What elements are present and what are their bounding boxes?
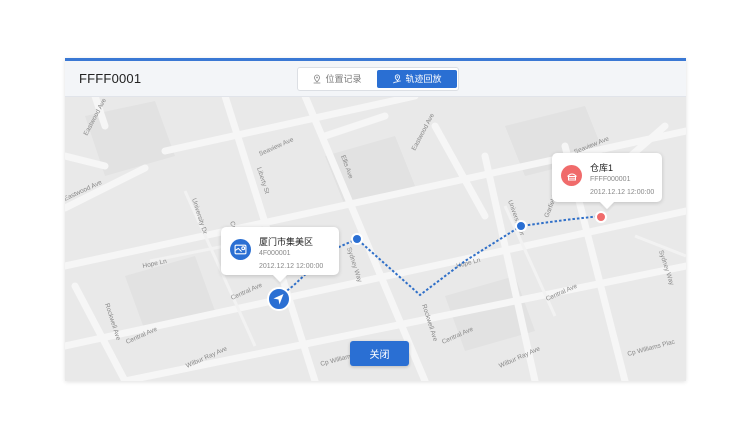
- end-location-name: 仓库1: [590, 163, 614, 173]
- map-location-icon: [230, 239, 251, 260]
- route-waypoint[interactable]: [515, 220, 527, 232]
- end-location-card[interactable]: 仓库1 FFFF000001 2012.12.12 12:00:00: [552, 153, 662, 202]
- modal-header: FFFF0001 位置记录 轨迹回放: [65, 61, 686, 97]
- close-button[interactable]: 关闭: [350, 341, 409, 366]
- tab-track-playback[interactable]: 轨迹回放: [377, 70, 457, 88]
- start-location-time: 2012.12.12 12:00:00: [259, 263, 324, 270]
- location-record-icon: [314, 74, 321, 84]
- tab-track-playback-label: 轨迹回放: [405, 74, 442, 84]
- route-waypoint[interactable]: [351, 233, 363, 245]
- warehouse-icon: [561, 165, 582, 186]
- end-location-time: 2012.12.12 12:00:00: [590, 189, 655, 196]
- start-location-name: 厦门市集美区: [259, 237, 314, 247]
- tab-location-record[interactable]: 位置记录: [300, 70, 374, 88]
- track-modal: FFFF0001 位置记录 轨迹回放 Eastwood Ave Seaview …: [65, 58, 686, 381]
- start-navigation-marker[interactable]: [267, 287, 291, 311]
- device-title: FFFF0001: [79, 71, 142, 86]
- view-tabs: 位置记录 轨迹回放: [297, 67, 459, 91]
- tab-location-record-label: 位置记录: [325, 74, 362, 84]
- end-location-code: FFFF000001: [590, 176, 631, 183]
- start-location-card[interactable]: 厦门市集美区 4F000001 2012.12.12 12:00:00: [221, 227, 339, 275]
- start-location-code: 4F000001: [259, 250, 291, 257]
- track-playback-icon: [393, 74, 402, 84]
- map-view[interactable]: Eastwood Ave Seaview Ave Eastwood Ave Se…: [65, 92, 686, 381]
- map-canvas[interactable]: Eastwood Ave Seaview Ave Eastwood Ave Se…: [65, 92, 686, 381]
- end-marker[interactable]: [595, 211, 607, 223]
